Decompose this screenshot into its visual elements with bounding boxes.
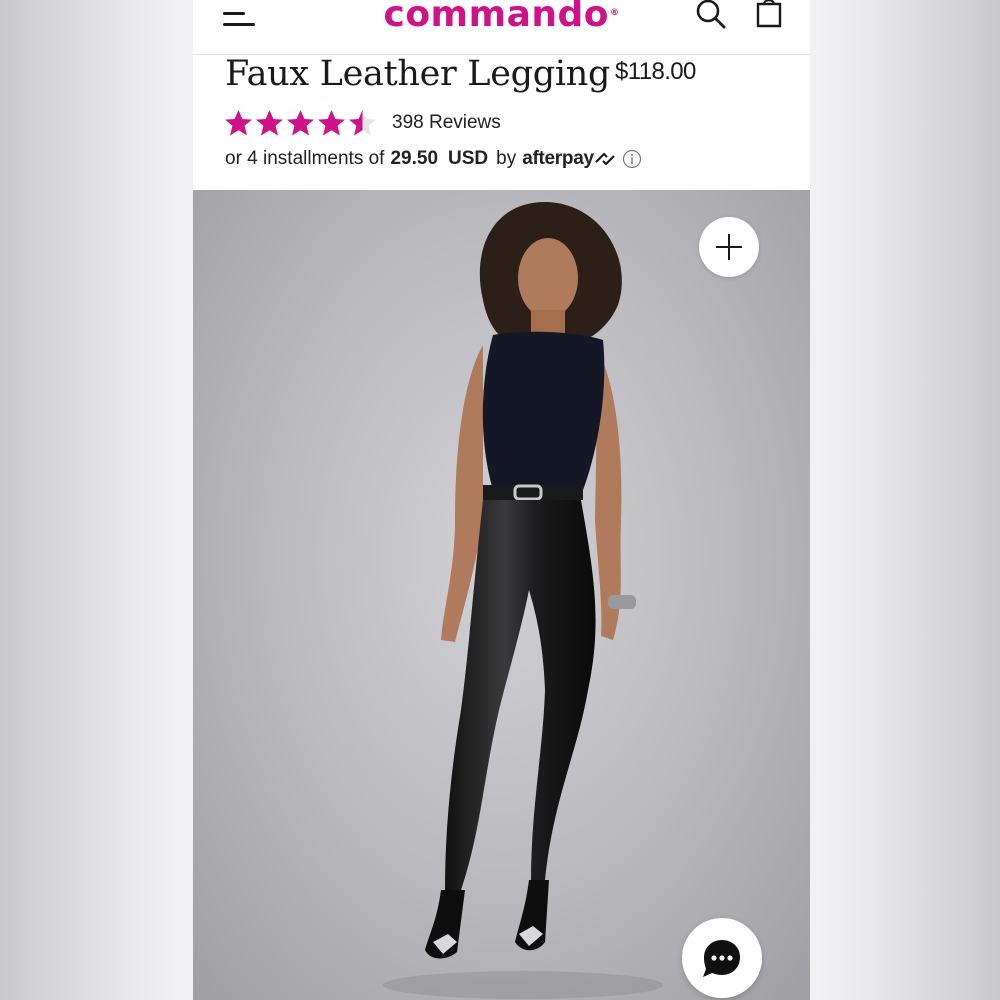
- afterpay-prefix: or 4 installments of: [225, 148, 385, 169]
- product-price: $118.00: [615, 58, 696, 85]
- info-icon[interactable]: [622, 149, 642, 169]
- rating-row[interactable]: 398 Reviews: [223, 106, 501, 140]
- search-icon[interactable]: [693, 0, 729, 32]
- star-rating: [223, 108, 378, 139]
- star-icon: [225, 109, 252, 135]
- afterpay-by: by: [496, 148, 517, 169]
- installment-currency: USD: [448, 148, 489, 169]
- zoom-plus-icon[interactable]: [699, 217, 759, 277]
- product-title: Faux Leather Legging: [225, 54, 611, 94]
- star-icon: [287, 109, 314, 135]
- product-image[interactable]: [193, 190, 810, 1000]
- afterpay-logo: afterpay: [522, 148, 594, 169]
- chat-icon[interactable]: [682, 918, 762, 998]
- installment-amount: 29.50: [390, 148, 439, 169]
- reviews-link[interactable]: 398 Reviews: [392, 112, 501, 134]
- top-nav-bar: commando®: [193, 0, 810, 55]
- phone-screen: commando® Faux Leather Legging $118.00 3…: [193, 0, 810, 1000]
- star-icon: [318, 109, 345, 135]
- shopping-bag-icon[interactable]: [751, 0, 787, 32]
- star-icon: [349, 109, 376, 135]
- afterpay-arrows-icon: [594, 152, 615, 166]
- star-icon: [256, 109, 283, 135]
- model-figure: [383, 201, 663, 999]
- afterpay-installments: or 4 installments of 29.50 USD by afterp…: [225, 148, 642, 170]
